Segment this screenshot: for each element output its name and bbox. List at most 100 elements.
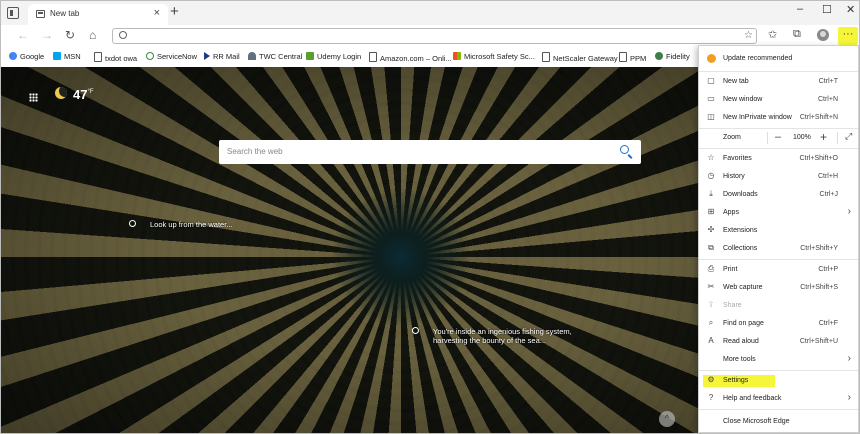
menu-item-read-aloud[interactable]: A Read aloud Ctrl+Shift+U — [699, 333, 858, 351]
wifi-icon — [248, 52, 256, 60]
favorite-item[interactable]: RR Mail — [204, 52, 240, 61]
page-icon — [369, 52, 377, 62]
favorite-item[interactable]: MSN — [53, 52, 81, 61]
menu-divider — [699, 259, 858, 260]
tab-new-tab[interactable]: New tab × — [28, 4, 168, 25]
menu-item-zoom: Zoom – 100% + ⤢ — [723, 130, 853, 144]
favorite-item[interactable]: Microsoft Safety Sc... — [453, 52, 535, 61]
profile-avatar[interactable] — [817, 29, 829, 41]
udemy-icon — [306, 52, 314, 60]
add-favorite-icon[interactable]: ☆ — [744, 30, 753, 41]
read-aloud-icon: A — [708, 336, 714, 345]
menu-item-new-tab[interactable]: ▢ New tab Ctrl+T — [699, 73, 858, 91]
tab-page-icon — [36, 10, 45, 18]
menu-item-print[interactable]: ⎙ Print Ctrl+P — [699, 261, 858, 279]
forward-button[interactable]: → — [41, 28, 53, 42]
tab-close-icon[interactable]: × — [154, 7, 160, 19]
page-icon — [619, 52, 627, 62]
menu-item-more-tools[interactable]: More tools › — [699, 351, 858, 369]
menu-item-inprivate[interactable]: ◫ New InPrivate window Ctrl+Shift+N — [699, 109, 858, 127]
new-tab-icon: ▢ — [707, 76, 715, 85]
menu-divider — [699, 71, 858, 72]
menu-divider — [699, 370, 858, 371]
menu-item-share[interactable]: ⇪ Share — [699, 297, 858, 315]
menu-item-web-capture[interactable]: ✂ Web capture Ctrl+Shift+S — [699, 279, 858, 297]
google-icon — [9, 52, 17, 60]
inprivate-icon: ◫ — [707, 112, 715, 121]
new-tab-button[interactable]: + — [170, 3, 179, 20]
zoom-out-button[interactable]: – — [775, 131, 781, 143]
chevron-right-icon: › — [847, 392, 851, 403]
gear-icon: ⚙ — [707, 375, 715, 384]
menu-item-downloads[interactable]: ⤓ Downloads Ctrl+J — [699, 186, 858, 204]
browser-window: New tab × + – ☐ ✕ ← → ↻ ⌂ ☆ ✩ ⧉ ··· Goog… — [0, 0, 860, 434]
app-launcher-icon[interactable] — [29, 93, 38, 102]
fullscreen-icon[interactable]: ⤢ — [845, 131, 852, 142]
menu-item-close-edge[interactable]: Close Microsoft Edge — [699, 413, 858, 431]
servicenow-icon — [146, 52, 154, 60]
collections-icon: ⧉ — [708, 243, 714, 252]
print-icon: ⎙ — [707, 264, 715, 273]
history-icon: ◷ — [707, 171, 715, 180]
menu-item-help[interactable]: ? Help and feedback › — [699, 390, 858, 408]
favorites-icon[interactable]: ✩ — [768, 28, 777, 41]
settings-and-more-menu: Update recommended ▢ New tab Ctrl+T ▭ New w… — [698, 45, 859, 433]
favorite-item[interactable]: NetScaler Gateway — [542, 52, 618, 63]
menu-item-collections[interactable]: ⧉ Collections Ctrl+Shift+Y — [699, 240, 858, 258]
apps-icon: ⊞ — [707, 207, 715, 216]
image-hotspot[interactable]: You're inside an ingenious fishing syste… — [412, 327, 572, 345]
tab-title: New tab — [50, 9, 80, 18]
weather-temperature[interactable]: 47°F — [73, 87, 94, 102]
refresh-button[interactable]: ↻ — [65, 28, 75, 42]
window-icon: ▭ — [707, 94, 715, 103]
back-button[interactable]: ← — [17, 28, 29, 42]
hotspot-icon — [129, 220, 136, 227]
web-capture-icon: ✂ — [707, 282, 715, 291]
menu-item-new-window[interactable]: ▭ New window Ctrl+N — [699, 91, 858, 109]
menu-item-history[interactable]: ◷ History Ctrl+H — [699, 168, 858, 186]
download-icon: ⤓ — [709, 189, 713, 198]
maximize-button[interactable]: ☐ — [822, 3, 832, 16]
web-search-box[interactable]: Search the web — [219, 140, 641, 164]
moon-icon — [55, 87, 67, 99]
image-hotspot[interactable]: Look up from the water... — [129, 220, 233, 229]
tab-actions-icon[interactable] — [7, 7, 19, 19]
search-icon[interactable] — [620, 145, 629, 154]
search-placeholder: Search the web — [227, 147, 283, 156]
title-bar: New tab × + – ☐ ✕ — [1, 1, 859, 25]
home-button[interactable]: ⌂ — [89, 28, 96, 42]
favorite-item[interactable]: Google — [9, 52, 44, 61]
search-icon — [119, 31, 127, 39]
close-window-button[interactable]: ✕ — [846, 3, 855, 16]
favorite-item[interactable]: txdot owa — [94, 52, 137, 63]
favorite-item[interactable]: PPM — [619, 52, 646, 63]
share-icon: ⇪ — [707, 300, 715, 309]
favorite-item[interactable]: TWC Central — [248, 52, 302, 61]
minimize-button[interactable]: – — [797, 3, 803, 15]
favorite-item[interactable]: Fidelity — [655, 52, 690, 61]
menu-item-apps[interactable]: ⊞ Apps › — [699, 204, 858, 222]
chevron-right-icon: › — [847, 206, 851, 217]
menu-item-extensions[interactable]: ✣ Extensions — [699, 222, 858, 240]
chevron-right-icon: › — [847, 353, 851, 364]
menu-item-update[interactable]: Update recommended — [699, 50, 858, 68]
favorite-item[interactable]: Udemy Login — [306, 52, 361, 61]
msn-icon — [53, 52, 61, 60]
extensions-icon: ✣ — [707, 225, 715, 234]
zoom-level: 100% — [793, 134, 811, 141]
hotspot-icon — [412, 327, 419, 334]
menu-item-settings[interactable]: ⚙ Settings — [699, 372, 858, 390]
address-bar[interactable] — [112, 28, 757, 44]
zoom-in-button[interactable]: + — [820, 130, 827, 144]
help-icon: ? — [708, 393, 714, 402]
scroll-up-button[interactable]: ^ — [659, 411, 675, 427]
navigation-toolbar: ← → ↻ ⌂ — [1, 25, 859, 47]
favorite-item[interactable]: Amazon.com – Onli... — [369, 52, 452, 63]
collections-icon[interactable]: ⧉ — [793, 28, 801, 41]
settings-and-more-button[interactable]: ··· — [838, 27, 858, 45]
menu-divider — [699, 409, 858, 410]
favorite-item[interactable]: ServiceNow — [146, 52, 197, 61]
menu-item-favorites[interactable]: ☆ Favorites Ctrl+Shift+O — [699, 150, 858, 168]
menu-item-find[interactable]: ⌕ Find on page Ctrl+F — [699, 315, 858, 333]
page-icon — [94, 52, 102, 62]
